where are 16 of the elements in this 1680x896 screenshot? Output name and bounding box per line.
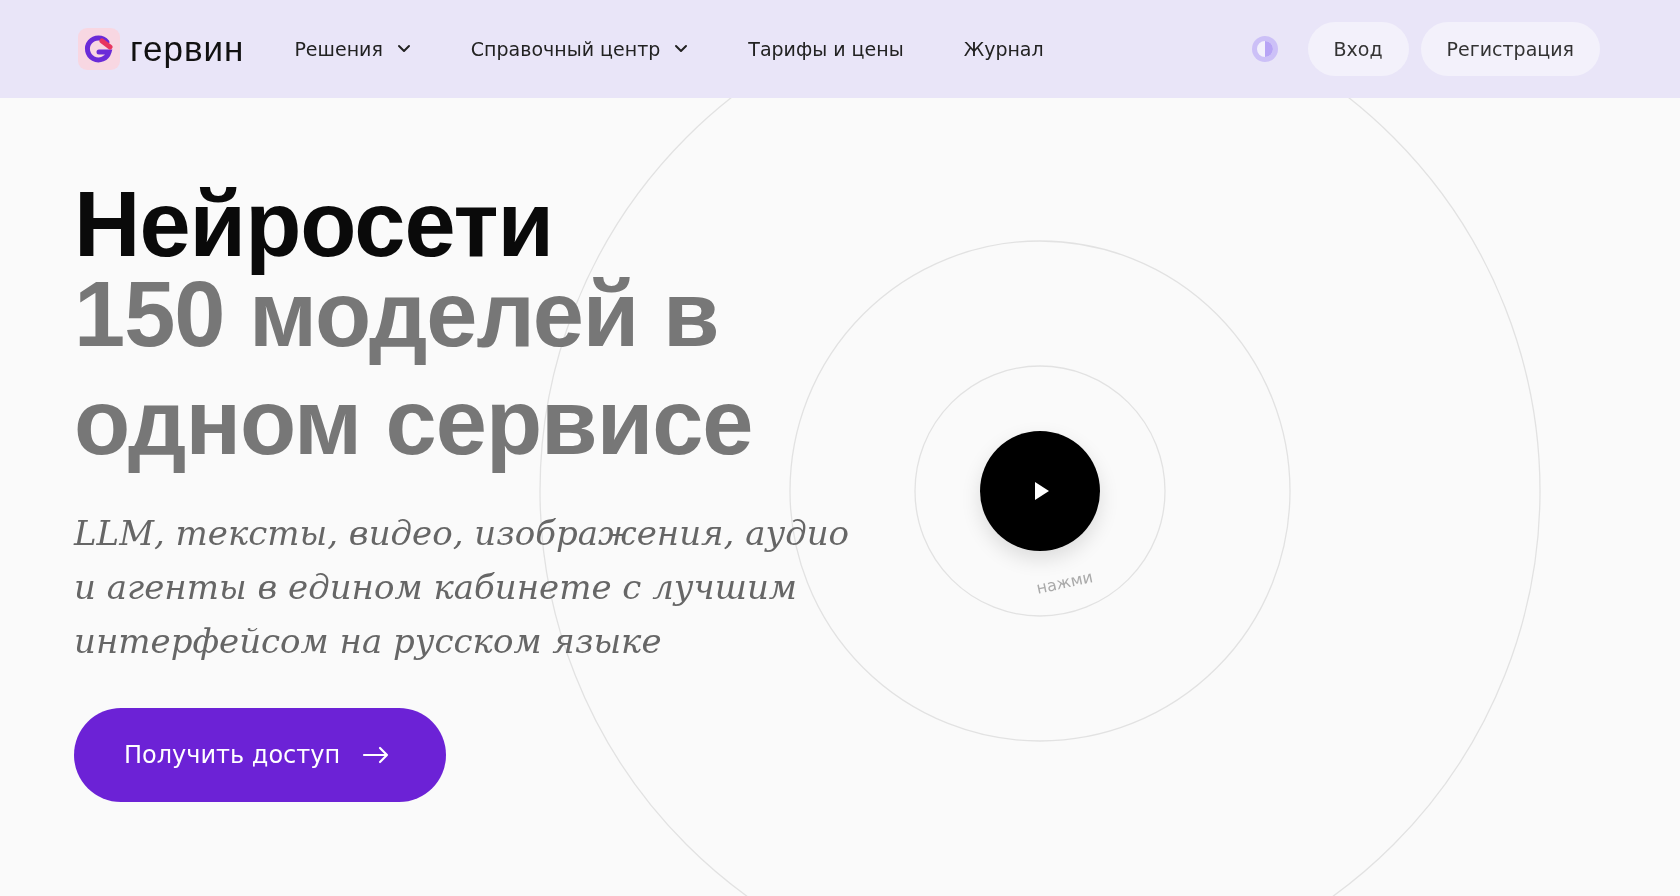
nav-link[interactable]: Журнал <box>963 38 1044 60</box>
logo-icon[interactable] <box>78 28 120 70</box>
nav-dropdown[interactable]: Решения <box>294 38 411 60</box>
get-access-button[interactable]: Получить доступ <box>74 708 447 802</box>
theme-toggle-icon[interactable] <box>1249 34 1280 64</box>
chevron-down-icon <box>396 44 411 54</box>
register-button[interactable]: Регистрация <box>1420 22 1600 76</box>
chevron-down-icon <box>674 44 689 54</box>
logo-text[interactable]: гервин <box>130 29 245 69</box>
hero-description: LLM, тексты, видео, изображения, аудио и агенты в едином кабинете с лучшим интерфейсом на русском языке <box>74 512 851 663</box>
play-icon <box>1033 481 1051 501</box>
nav-link[interactable]: Тарифы и цены <box>748 38 904 60</box>
nav-dropdown[interactable]: Справочный центр <box>470 38 689 60</box>
login-button[interactable]: Вход <box>1307 22 1409 76</box>
arrow-right-icon <box>362 746 391 764</box>
play-caption: нажми <box>1034 567 1095 598</box>
